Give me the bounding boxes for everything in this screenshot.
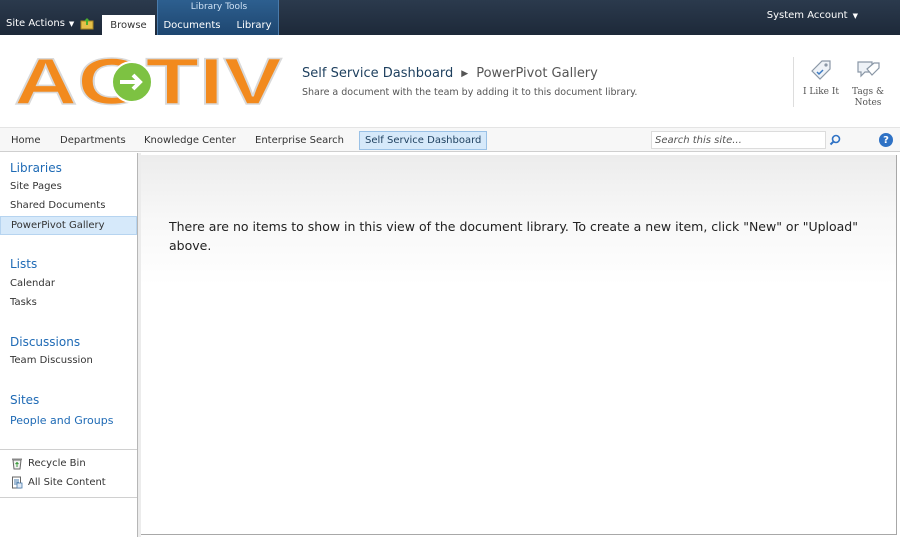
heading-lists[interactable]: Lists <box>10 257 37 271</box>
account-name: System Account <box>766 10 848 21</box>
topnav-enterprise-search[interactable]: Enterprise Search <box>250 131 349 150</box>
account-menu[interactable]: System Account ▼ <box>767 10 858 21</box>
divider <box>0 497 137 498</box>
topnav-home[interactable]: Home <box>6 131 46 150</box>
quick-launch: Libraries Site Pages Shared Documents Po… <box>0 153 138 537</box>
search-icon <box>829 134 841 146</box>
all-site-content-link[interactable]: All Site Content <box>11 476 106 489</box>
tab-documents[interactable]: Documents <box>160 16 224 35</box>
nav-tasks[interactable]: Tasks <box>10 297 37 308</box>
empty-message-line1: There are no items to show in this view … <box>169 219 858 234</box>
divider <box>0 449 137 450</box>
breadcrumb-arrow-icon: ▶ <box>461 68 469 79</box>
library-tools-label: Library Tools <box>190 2 248 12</box>
divider <box>793 57 794 107</box>
site-header: AGTIV Self Service Dashboard ▶ PowerPivo… <box>0 35 900 128</box>
recycle-bin-icon <box>12 458 22 470</box>
main-content: There are no items to show in this view … <box>141 155 897 535</box>
nav-powerpivot-gallery[interactable]: PowerPivot Gallery <box>0 216 137 235</box>
caret-down-icon: ▼ <box>852 11 858 20</box>
heading-discussions[interactable]: Discussions <box>10 335 80 349</box>
topnav-knowledge-center[interactable]: Knowledge Center <box>139 131 241 150</box>
site-content-icon <box>12 476 23 489</box>
breadcrumb: Self Service Dashboard ▶ PowerPivot Gall… <box>302 66 598 81</box>
tags-notes-button[interactable]: Tags & Notes <box>846 57 890 109</box>
tab-browse[interactable]: Browse <box>102 15 155 36</box>
site-actions-menu[interactable]: Site Actions ▼ <box>6 18 74 29</box>
nav-shared-documents[interactable]: Shared Documents <box>10 200 105 211</box>
tags-label-line1: Tags & <box>852 87 884 97</box>
page-description: Share a document with the team by adding… <box>302 87 638 98</box>
like-label: I Like It <box>802 87 840 97</box>
nav-people-and-groups[interactable]: People and Groups <box>10 414 113 427</box>
all-site-content-label: All Site Content <box>28 477 106 488</box>
empty-message-line2: above. <box>169 238 212 253</box>
topnav-self-service-dashboard[interactable]: Self Service Dashboard <box>359 131 488 150</box>
nav-calendar[interactable]: Calendar <box>10 278 55 289</box>
heading-sites[interactable]: Sites <box>10 393 39 407</box>
i-like-it-button[interactable]: I Like It <box>799 57 843 98</box>
search-button[interactable] <box>826 131 844 149</box>
nav-team-discussion[interactable]: Team Discussion <box>10 355 93 366</box>
tab-library[interactable]: Library <box>230 16 278 35</box>
breadcrumb-current: PowerPivot Gallery <box>476 66 598 81</box>
like-tag-icon <box>811 60 831 80</box>
recycle-bin-label: Recycle Bin <box>28 458 86 469</box>
breadcrumb-site-link[interactable]: Self Service Dashboard <box>302 66 453 81</box>
ribbon-bar: Site Actions ▼ Library Tools Browse Docu… <box>0 0 900 36</box>
help-icon[interactable]: ? <box>879 133 893 147</box>
topnav-departments[interactable]: Departments <box>55 131 131 150</box>
caret-down-icon: ▼ <box>68 19 75 28</box>
navigate-up-icon[interactable] <box>80 17 94 30</box>
search-input[interactable]: Search this site... <box>651 131 826 149</box>
tags-notes-icon <box>857 61 880 78</box>
heading-libraries[interactable]: Libraries <box>10 161 62 175</box>
site-actions-label: Site Actions <box>6 18 65 29</box>
nav-site-pages[interactable]: Site Pages <box>10 181 62 192</box>
recycle-bin-link[interactable]: Recycle Bin <box>11 457 86 470</box>
empty-library-message: There are no items to show in this view … <box>169 217 869 255</box>
agtiv-logo[interactable]: AGTIV <box>12 51 287 111</box>
tags-label-line2: Notes <box>854 98 882 108</box>
